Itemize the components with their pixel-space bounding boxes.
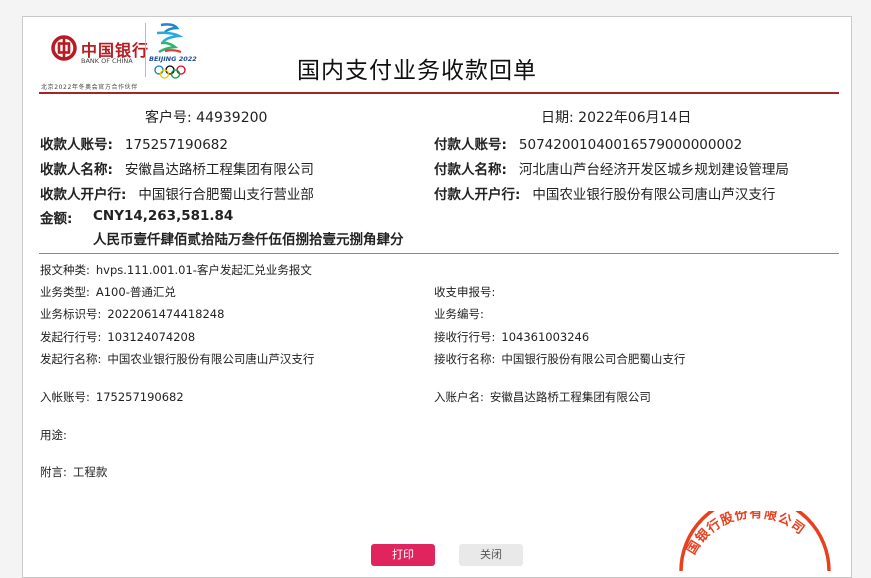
customer-no-value: 44939200 <box>196 110 268 126</box>
recv-bank-name-field: 接收行名称: 中国银行股份有限公司合肥蜀山支行 <box>434 351 685 367</box>
section-divider <box>39 253 839 254</box>
print-button[interactable]: 打印 <box>371 544 435 566</box>
page-title: 国内支付业务收款回单 <box>297 58 537 84</box>
origin-bank-name-value: 中国农业银行股份有限公司唐山芦汉支行 <box>107 352 315 366</box>
bank-name-en: BANK OF CHINA <box>81 57 133 65</box>
beijing-2022-text: BEIJING 2022 <box>149 55 197 63</box>
recv-bank-no-label: 接收行行号: <box>434 330 496 344</box>
biz-id-field: 业务标识号: 2022061474418248 <box>40 306 224 322</box>
payer-account-value: 50742001040016579000000002 <box>518 137 743 153</box>
payee-account-value: 175257190682 <box>124 137 228 153</box>
biz-id-label: 业务标识号: <box>40 307 102 321</box>
payer-bank-row: 付款人开户行: 中国农业银行股份有限公司唐山芦汉支行 <box>434 183 775 203</box>
payee-bank-label: 收款人开户行: <box>40 187 127 203</box>
payee-bank-row: 收款人开户行: 中国银行合肥蜀山支行营业部 <box>40 183 314 203</box>
recv-bank-no-value: 104361003246 <box>501 330 590 344</box>
origin-bank-name-field: 发起行名称: 中国农业银行股份有限公司唐山芦汉支行 <box>40 351 314 367</box>
payee-bank-value: 中国银行合肥蜀山支行营业部 <box>138 187 314 203</box>
receipt-sheet: 中国银行 BANK OF CHINA BEIJING 2022 北京2022年冬… <box>22 16 852 578</box>
close-button[interactable]: 关闭 <box>459 544 523 566</box>
beijing-2022-emblem-icon <box>156 23 184 54</box>
payee-name-value: 安徽昌达路桥工程集团有限公司 <box>124 162 314 178</box>
in-account-name-label: 入账户名: <box>434 390 484 404</box>
bank-seal-stamp: 国银行股份有限公司 <box>679 511 831 571</box>
olympic-rings-icon <box>154 65 186 79</box>
remark-label: 附言: <box>40 465 67 479</box>
biz-type-value: A100-普通汇兑 <box>95 285 176 299</box>
receipt-no-field: 收支申报号: <box>434 284 501 300</box>
payee-name-row: 收款人名称: 安徽昌达路桥工程集团有限公司 <box>40 158 314 178</box>
payer-bank-label: 付款人开户行: <box>434 187 521 203</box>
biz-no-field: 业务编号: <box>434 306 490 322</box>
biz-no-label: 业务编号: <box>434 307 484 321</box>
in-account-label: 入帐账号: <box>40 390 90 404</box>
bank-of-china-emblem-icon <box>51 35 77 61</box>
recv-bank-name-label: 接收行名称: <box>434 352 496 366</box>
bank-of-china-logo: 中国银行 BANK OF CHINA <box>51 35 151 69</box>
amount-label: 金额: <box>40 211 73 227</box>
receipt-date: 日期: 2022年06月14日 <box>541 107 691 127</box>
purpose-label: 用途: <box>40 428 67 442</box>
payee-account-label: 收款人账号: <box>40 137 113 153</box>
date-value: 2022年06月14日 <box>578 110 692 126</box>
remark-field: 附言: 工程款 <box>40 464 107 480</box>
recv-bank-name-value: 中国银行股份有限公司合肥蜀山支行 <box>501 352 686 366</box>
receipt-no-label: 收支申报号: <box>434 285 496 299</box>
payer-account-label: 付款人账号: <box>434 137 507 153</box>
olympic-partner-text: 北京2022年冬奥会官方合作伙伴 <box>41 84 138 91</box>
payer-account-row: 付款人账号: 50742001040016579000000002 <box>434 133 742 153</box>
origin-bank-no-label: 发起行行号: <box>40 330 102 344</box>
payee-account-row: 收款人账号: 175257190682 <box>40 133 228 153</box>
remark-value: 工程款 <box>72 465 108 479</box>
payer-name-value: 河北唐山芦台经济开发区城乡规划建设管理局 <box>518 162 789 178</box>
payer-bank-value: 中国农业银行股份有限公司唐山芦汉支行 <box>532 187 776 203</box>
msg-type-label: 报文种类: <box>40 263 90 277</box>
amount-numeric: CNY14,263,581.84 <box>93 208 234 224</box>
customer-no-label: 客户号: <box>145 110 192 126</box>
in-account-value: 175257190682 <box>95 390 184 404</box>
in-account-name-value: 安徽昌达路桥工程集团有限公司 <box>489 390 651 404</box>
origin-bank-no-value: 103124074208 <box>107 330 196 344</box>
in-account-name-field: 入账户名: 安徽昌达路桥工程集团有限公司 <box>434 389 651 405</box>
header-rule <box>39 92 839 94</box>
recv-bank-no-field: 接收行行号: 104361003246 <box>434 329 589 345</box>
amount-chinese: 人民币壹仟肆佰贰拾陆万叁仟伍佰捌拾壹元捌角肆分 <box>93 232 404 248</box>
biz-type-label: 业务类型: <box>40 285 90 299</box>
payee-name-label: 收款人名称: <box>40 162 113 178</box>
msg-type-field: 报文种类: hvps.111.001.01-客户发起汇兑业务报文 <box>40 262 312 278</box>
in-account-field: 入帐账号: 175257190682 <box>40 389 184 405</box>
biz-type-field: 业务类型: A100-普通汇兑 <box>40 284 176 300</box>
payer-name-row: 付款人名称: 河北唐山芦台经济开发区城乡规划建设管理局 <box>434 158 789 178</box>
origin-bank-no-field: 发起行行号: 103124074208 <box>40 329 195 345</box>
purpose-field: 用途: <box>40 427 73 443</box>
origin-bank-name-label: 发起行名称: <box>40 352 102 366</box>
date-label: 日期: <box>541 110 574 126</box>
customer-no: 客户号: 44939200 <box>145 107 267 127</box>
msg-type-value: hvps.111.001.01-客户发起汇兑业务报文 <box>95 263 312 277</box>
logo-divider <box>145 23 146 77</box>
biz-id-value: 2022061474418248 <box>107 307 225 321</box>
beijing-2022-logo: BEIJING 2022 <box>147 21 197 79</box>
payer-name-label: 付款人名称: <box>434 162 507 178</box>
